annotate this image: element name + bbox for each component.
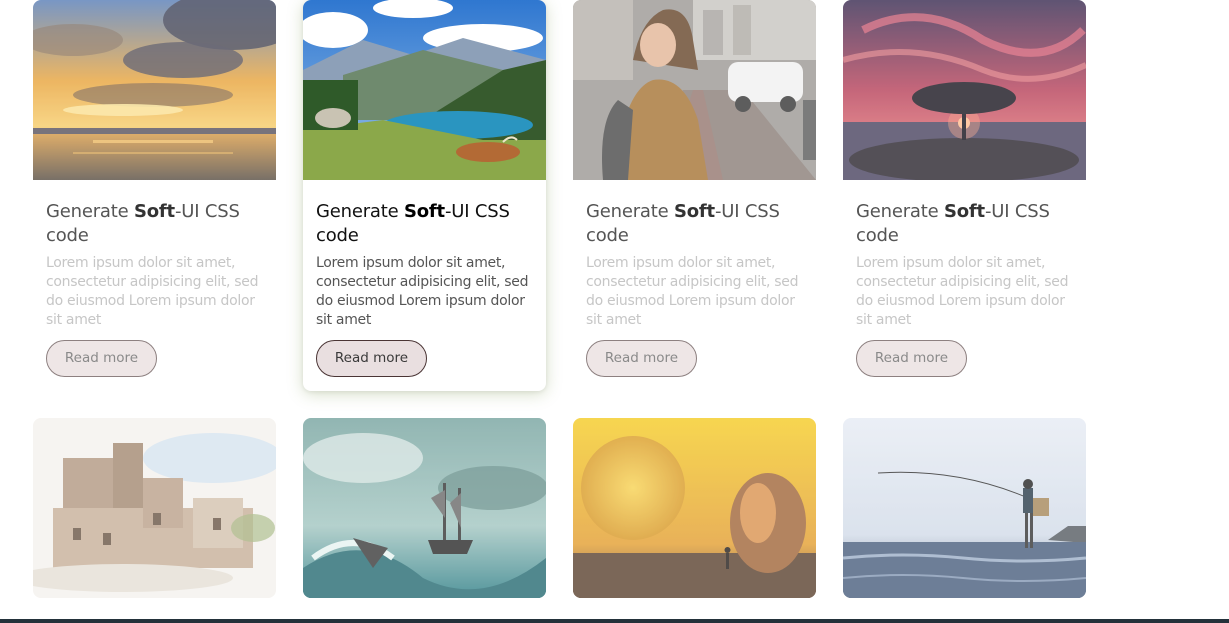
card-title: Generate Soft-UI CSS code — [46, 201, 240, 246]
read-more-button[interactable]: Read more — [586, 340, 697, 377]
card-body: Generate Soft-UI CSS code Lorem ipsum do… — [303, 180, 546, 391]
card-3: Generate Soft-UI CSS code Lorem ipsum do… — [573, 0, 816, 391]
card-1: Generate Soft-UI CSS code Lorem ipsum do… — [33, 0, 276, 391]
card-image-sunset-lake — [33, 0, 276, 180]
card-text: Lorem ipsum dolor sit amet, consectetur … — [856, 255, 1069, 328]
card-image-tree-red-sky — [843, 0, 1086, 180]
card-6 — [303, 418, 546, 598]
card-image-watercolor-village — [33, 418, 276, 598]
card-7 — [573, 418, 816, 598]
card-body: Generate Soft-UI CSS code Lorem ipsum do… — [573, 180, 816, 391]
card-text: Lorem ipsum dolor sit amet, consectetur … — [46, 255, 259, 328]
card-body: Generate Soft-UI CSS code Lorem ipsum do… — [33, 180, 276, 391]
card-text: Lorem ipsum dolor sit amet, consectetur … — [586, 255, 799, 328]
read-more-button[interactable]: Read more — [46, 340, 157, 377]
card-image-mountain-lake — [303, 0, 546, 180]
card-title: Generate Soft-UI CSS code — [586, 201, 780, 246]
read-more-button[interactable]: Read more — [316, 340, 427, 377]
card-image-golden-planet — [573, 418, 816, 598]
card-text: Lorem ipsum dolor sit amet, consectetur … — [316, 255, 529, 328]
card-title: Generate Soft-UI CSS code — [316, 201, 510, 246]
card-8 — [843, 418, 1086, 598]
card-image-ship-storm — [303, 418, 546, 598]
bottom-edge-strip — [0, 619, 1229, 623]
card-body: Generate Soft-UI CSS code Lorem ipsum do… — [843, 180, 1086, 391]
card-title: Generate Soft-UI CSS code — [856, 201, 1050, 246]
card-4: Generate Soft-UI CSS code Lorem ipsum do… — [843, 0, 1086, 391]
card-2: Generate Soft-UI CSS code Lorem ipsum do… — [303, 0, 546, 391]
card-image-fisherman — [843, 418, 1086, 598]
card-image-woman-street — [573, 0, 816, 180]
read-more-button[interactable]: Read more — [856, 340, 967, 377]
card-5 — [33, 418, 276, 598]
